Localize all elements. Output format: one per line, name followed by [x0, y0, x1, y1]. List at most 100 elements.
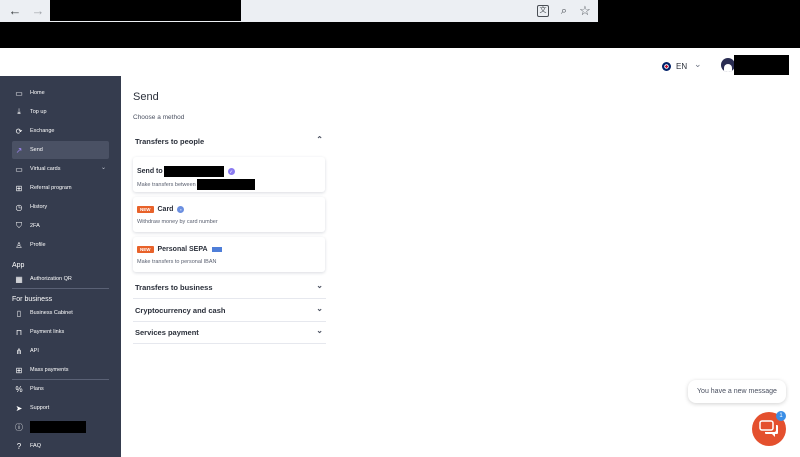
forward-arrow-icon[interactable]: → — [30, 3, 46, 19]
divider — [133, 343, 326, 344]
card-title: Send to — [137, 168, 163, 175]
sidebar-item-history[interactable]: ◷ History — [12, 198, 109, 216]
redacted-name — [163, 166, 224, 177]
card-title-row: Send to ✓ — [137, 166, 235, 177]
sidebar-item-label: Business Cabinet — [30, 310, 73, 316]
group-label: Transfers to business — [135, 282, 213, 292]
card-title: Personal SEPA — [157, 246, 208, 253]
sepa-icon — [211, 247, 222, 252]
card-chip-icon: ▪ — [177, 206, 185, 213]
chevron-down-icon: ⌄ — [316, 304, 323, 313]
card-title-row: NEW Card ▪ — [137, 206, 185, 213]
chevron-up-icon: ⌃ — [316, 135, 323, 144]
browser-toolbar: ← → 文 ⌕ ☆ — [0, 0, 598, 22]
sidebar-item-support[interactable]: ➤ Support — [12, 399, 109, 417]
redacted-url — [50, 0, 241, 21]
sidebar-item-profile[interactable]: ♙ Profile — [12, 236, 109, 254]
redacted-region — [598, 0, 800, 22]
card-title-row: NEW Personal SEPA — [137, 246, 222, 253]
download-icon: ⤓ — [17, 107, 21, 116]
sidebar-item-redacted[interactable]: ⓘ — [12, 418, 109, 436]
chevron-down-icon: ⌄ — [100, 165, 106, 171]
info-icon: ⓘ — [15, 422, 23, 432]
language-selector[interactable]: EN — [662, 59, 687, 73]
sidebar-item-plans[interactable]: % Plans — [12, 380, 109, 398]
group-transfers-to-business[interactable]: Transfers to business ⌄ — [135, 277, 325, 297]
sidebar-item-top-up[interactable]: ⤓ Top up — [12, 103, 109, 121]
group-label: Cryptocurrency and cash — [135, 305, 226, 315]
translate-icon[interactable]: 文 — [537, 5, 549, 17]
building-icon: ▯ — [16, 308, 22, 318]
gift-icon: ⊞ — [15, 183, 23, 193]
new-badge: NEW — [137, 246, 154, 253]
group-services-payment[interactable]: Services payment ⌄ — [135, 322, 325, 342]
sidebar-item-exchange[interactable]: ⟳ Exchange — [12, 122, 109, 140]
section-business: For business — [12, 296, 53, 303]
sidebar-item-label: Plans — [30, 386, 44, 392]
grid-icon: ⊞ — [15, 365, 23, 375]
group-cryptocurrency-and-cash[interactable]: Cryptocurrency and cash ⌄ — [135, 300, 325, 320]
redacted-label — [30, 421, 86, 433]
user-icon: ♙ — [15, 240, 23, 250]
chat-count-badge: 1 — [776, 411, 786, 421]
sidebar-item-label: History — [30, 204, 48, 210]
chat-notification[interactable]: You have a new message — [688, 380, 786, 403]
group-label: Services payment — [135, 327, 199, 337]
sidebar-item-label: Support — [30, 405, 50, 411]
language-label: EN — [676, 61, 688, 71]
sidebar-item-label: 2FA — [30, 223, 40, 229]
card-subtitle-row: Make transfers between — [137, 179, 256, 190]
sidebar-item-home[interactable]: ▭ Home — [12, 84, 109, 102]
group-label: Transfers to people — [135, 136, 205, 146]
sidebar-item-label: FAQ — [30, 443, 42, 449]
sidebar-item-api[interactable]: ⋔ API — [12, 342, 109, 360]
sidebar-item-label: Mass payments — [30, 367, 69, 373]
sidebar: ▭ Home ⤓ Top up ⟳ Exchange ↗ Send ▭ Virt… — [0, 76, 121, 457]
divider — [133, 298, 326, 299]
bag-icon: ⊓ — [15, 327, 23, 337]
chevron-down-icon[interactable]: ⌄ — [694, 59, 702, 70]
qr-icon: ▦ — [15, 274, 23, 284]
sidebar-item-label: Send — [30, 147, 43, 153]
new-badge: NEW — [137, 206, 154, 213]
shield-icon: ⛉ — [16, 221, 22, 230]
avatar[interactable] — [721, 58, 735, 72]
group-transfers-to-people[interactable]: Transfers to people ⌃ — [135, 131, 325, 151]
redacted-username — [734, 55, 789, 75]
section-app: App — [12, 262, 25, 269]
sidebar-item-2fa[interactable]: ⛉ 2FA — [12, 217, 109, 235]
redacted-text — [197, 179, 256, 190]
card-subtitle: Make transfers to personal IBAN — [137, 259, 217, 265]
send-arrow-icon: ↗ — [15, 145, 23, 155]
sidebar-item-label: Home — [30, 90, 45, 96]
sidebar-item-mass-payments[interactable]: ⊞ Mass payments — [12, 361, 109, 379]
api-icon: ⋔ — [15, 346, 23, 356]
bookmark-star-icon[interactable]: ☆ — [578, 4, 592, 18]
page-subtitle: Choose a method — [133, 114, 185, 121]
method-card-personal-sepa[interactable]: NEW Personal SEPA Make transfers to pers… — [133, 237, 325, 272]
back-arrow-icon[interactable]: ← — [7, 3, 23, 19]
sidebar-item-payment-links[interactable]: ⊓ Payment links — [12, 323, 109, 341]
sidebar-item-label: Payment links — [30, 329, 65, 335]
page-title: Send — [133, 91, 159, 103]
sidebar-item-label: Referral program — [30, 185, 72, 191]
sidebar-item-authorization-qr[interactable]: ▦ Authorization QR — [12, 270, 109, 288]
history-icon: ◷ — [15, 202, 23, 212]
sidebar-item-label: Virtual cards — [30, 166, 61, 172]
sidebar-item-label: API — [30, 348, 39, 354]
sidebar-item-virtual-cards[interactable]: ▭ Virtual cards ⌄ — [12, 160, 109, 178]
sidebar-item-business-cabinet[interactable]: ▯ Business Cabinet — [12, 304, 109, 322]
chat-message: You have a new message — [697, 388, 777, 395]
question-icon: ? — [16, 441, 22, 451]
sidebar-item-faq[interactable]: ? FAQ — [12, 437, 109, 455]
method-card-card[interactable]: NEW Card ▪ Withdraw money by card number — [133, 197, 325, 232]
chevron-down-icon: ⌄ — [316, 326, 323, 335]
card-title: Card — [157, 206, 174, 213]
sidebar-item-send[interactable]: ↗ Send — [12, 141, 109, 159]
sidebar-item-referral-program[interactable]: ⊞ Referral program — [12, 179, 109, 197]
exchange-icon: ⟳ — [15, 126, 23, 136]
method-card-send-to[interactable]: Send to ✓ Make transfers between — [133, 157, 325, 192]
uk-flag-icon — [662, 61, 671, 71]
zoom-icon[interactable]: ⌕ — [557, 4, 571, 18]
sidebar-item-label: Top up — [30, 109, 47, 115]
